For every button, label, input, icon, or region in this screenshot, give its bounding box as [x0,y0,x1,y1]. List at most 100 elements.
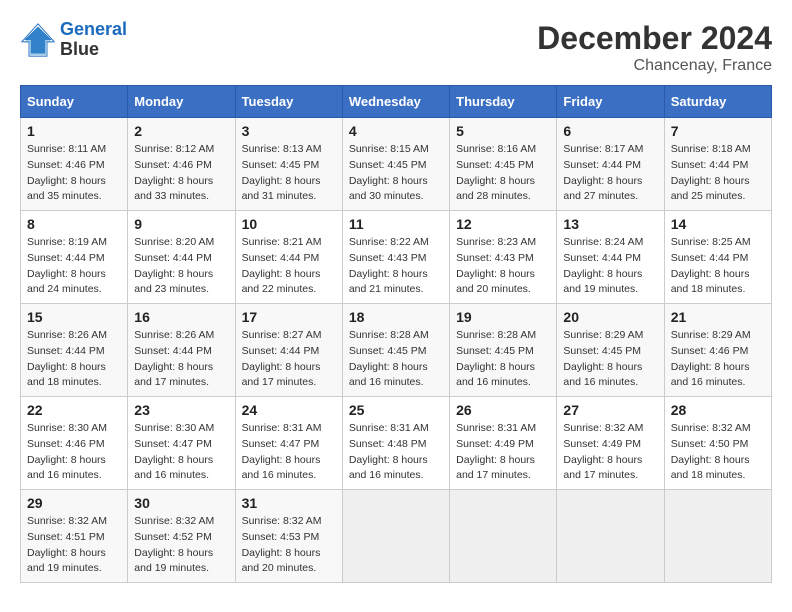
calendar-body: 1 Sunrise: 8:11 AM Sunset: 4:46 PM Dayli… [21,118,772,583]
day-cell: 25 Sunrise: 8:31 AM Sunset: 4:48 PM Dayl… [342,397,449,490]
day-number: 20 [563,309,657,325]
day-cell: 29 Sunrise: 8:32 AM Sunset: 4:51 PM Dayl… [21,490,128,583]
week-row-2: 8 Sunrise: 8:19 AM Sunset: 4:44 PM Dayli… [21,211,772,304]
day-cell: 18 Sunrise: 8:28 AM Sunset: 4:45 PM Dayl… [342,304,449,397]
day-info: Sunrise: 8:18 AM Sunset: 4:44 PM Dayligh… [671,142,765,205]
day-cell: 26 Sunrise: 8:31 AM Sunset: 4:49 PM Dayl… [450,397,557,490]
calendar-table: SundayMondayTuesdayWednesdayThursdayFrid… [20,85,772,583]
day-info: Sunrise: 8:32 AM Sunset: 4:49 PM Dayligh… [563,421,657,484]
day-cell: 2 Sunrise: 8:12 AM Sunset: 4:46 PM Dayli… [128,118,235,211]
day-number: 21 [671,309,765,325]
day-info: Sunrise: 8:30 AM Sunset: 4:46 PM Dayligh… [27,421,121,484]
day-info: Sunrise: 8:16 AM Sunset: 4:45 PM Dayligh… [456,142,550,205]
day-info: Sunrise: 8:26 AM Sunset: 4:44 PM Dayligh… [27,328,121,391]
day-number: 31 [242,495,336,511]
day-cell: 5 Sunrise: 8:16 AM Sunset: 4:45 PM Dayli… [450,118,557,211]
header-row: SundayMondayTuesdayWednesdayThursdayFrid… [21,86,772,118]
day-cell: 13 Sunrise: 8:24 AM Sunset: 4:44 PM Dayl… [557,211,664,304]
day-number: 4 [349,123,443,139]
day-info: Sunrise: 8:30 AM Sunset: 4:47 PM Dayligh… [134,421,228,484]
day-cell [450,490,557,583]
day-number: 10 [242,216,336,232]
day-cell: 23 Sunrise: 8:30 AM Sunset: 4:47 PM Dayl… [128,397,235,490]
day-cell: 4 Sunrise: 8:15 AM Sunset: 4:45 PM Dayli… [342,118,449,211]
day-number: 1 [27,123,121,139]
day-info: Sunrise: 8:23 AM Sunset: 4:43 PM Dayligh… [456,235,550,298]
day-info: Sunrise: 8:24 AM Sunset: 4:44 PM Dayligh… [563,235,657,298]
day-number: 9 [134,216,228,232]
week-row-4: 22 Sunrise: 8:30 AM Sunset: 4:46 PM Dayl… [21,397,772,490]
day-cell: 19 Sunrise: 8:28 AM Sunset: 4:45 PM Dayl… [450,304,557,397]
day-cell: 16 Sunrise: 8:26 AM Sunset: 4:44 PM Dayl… [128,304,235,397]
day-info: Sunrise: 8:28 AM Sunset: 4:45 PM Dayligh… [349,328,443,391]
logo-icon [20,22,56,58]
logo-text: General Blue [60,20,127,60]
day-number: 3 [242,123,336,139]
day-cell [664,490,771,583]
day-cell [342,490,449,583]
page-header: General Blue December 2024 Chancenay, Fr… [20,20,772,75]
day-cell: 15 Sunrise: 8:26 AM Sunset: 4:44 PM Dayl… [21,304,128,397]
day-cell: 20 Sunrise: 8:29 AM Sunset: 4:45 PM Dayl… [557,304,664,397]
day-info: Sunrise: 8:32 AM Sunset: 4:51 PM Dayligh… [27,514,121,577]
day-info: Sunrise: 8:31 AM Sunset: 4:48 PM Dayligh… [349,421,443,484]
day-cell: 22 Sunrise: 8:30 AM Sunset: 4:46 PM Dayl… [21,397,128,490]
day-info: Sunrise: 8:25 AM Sunset: 4:44 PM Dayligh… [671,235,765,298]
day-info: Sunrise: 8:17 AM Sunset: 4:44 PM Dayligh… [563,142,657,205]
day-cell: 3 Sunrise: 8:13 AM Sunset: 4:45 PM Dayli… [235,118,342,211]
day-info: Sunrise: 8:31 AM Sunset: 4:49 PM Dayligh… [456,421,550,484]
day-cell: 6 Sunrise: 8:17 AM Sunset: 4:44 PM Dayli… [557,118,664,211]
day-info: Sunrise: 8:12 AM Sunset: 4:46 PM Dayligh… [134,142,228,205]
day-cell: 17 Sunrise: 8:27 AM Sunset: 4:44 PM Dayl… [235,304,342,397]
day-cell [557,490,664,583]
day-number: 11 [349,216,443,232]
day-number: 2 [134,123,228,139]
day-cell: 12 Sunrise: 8:23 AM Sunset: 4:43 PM Dayl… [450,211,557,304]
day-info: Sunrise: 8:15 AM Sunset: 4:45 PM Dayligh… [349,142,443,205]
day-cell: 7 Sunrise: 8:18 AM Sunset: 4:44 PM Dayli… [664,118,771,211]
day-number: 25 [349,402,443,418]
day-info: Sunrise: 8:20 AM Sunset: 4:44 PM Dayligh… [134,235,228,298]
day-number: 30 [134,495,228,511]
day-info: Sunrise: 8:11 AM Sunset: 4:46 PM Dayligh… [27,142,121,205]
day-number: 8 [27,216,121,232]
day-number: 23 [134,402,228,418]
header-day-sunday: Sunday [21,86,128,118]
subtitle: Chancenay, France [537,57,772,75]
day-info: Sunrise: 8:26 AM Sunset: 4:44 PM Dayligh… [134,328,228,391]
header-day-tuesday: Tuesday [235,86,342,118]
logo: General Blue [20,20,127,60]
day-info: Sunrise: 8:21 AM Sunset: 4:44 PM Dayligh… [242,235,336,298]
calendar-header: SundayMondayTuesdayWednesdayThursdayFrid… [21,86,772,118]
day-number: 17 [242,309,336,325]
day-number: 28 [671,402,765,418]
header-day-wednesday: Wednesday [342,86,449,118]
header-day-saturday: Saturday [664,86,771,118]
day-number: 15 [27,309,121,325]
day-info: Sunrise: 8:32 AM Sunset: 4:53 PM Dayligh… [242,514,336,577]
day-number: 13 [563,216,657,232]
day-info: Sunrise: 8:29 AM Sunset: 4:45 PM Dayligh… [563,328,657,391]
header-day-friday: Friday [557,86,664,118]
day-cell: 28 Sunrise: 8:32 AM Sunset: 4:50 PM Dayl… [664,397,771,490]
day-info: Sunrise: 8:22 AM Sunset: 4:43 PM Dayligh… [349,235,443,298]
week-row-5: 29 Sunrise: 8:32 AM Sunset: 4:51 PM Dayl… [21,490,772,583]
day-cell: 24 Sunrise: 8:31 AM Sunset: 4:47 PM Dayl… [235,397,342,490]
week-row-1: 1 Sunrise: 8:11 AM Sunset: 4:46 PM Dayli… [21,118,772,211]
day-number: 29 [27,495,121,511]
title-section: December 2024 Chancenay, France [537,20,772,75]
week-row-3: 15 Sunrise: 8:26 AM Sunset: 4:44 PM Dayl… [21,304,772,397]
day-number: 6 [563,123,657,139]
day-number: 22 [27,402,121,418]
day-info: Sunrise: 8:31 AM Sunset: 4:47 PM Dayligh… [242,421,336,484]
header-day-monday: Monday [128,86,235,118]
day-number: 19 [456,309,550,325]
day-cell: 14 Sunrise: 8:25 AM Sunset: 4:44 PM Dayl… [664,211,771,304]
day-info: Sunrise: 8:13 AM Sunset: 4:45 PM Dayligh… [242,142,336,205]
day-info: Sunrise: 8:28 AM Sunset: 4:45 PM Dayligh… [456,328,550,391]
day-cell: 8 Sunrise: 8:19 AM Sunset: 4:44 PM Dayli… [21,211,128,304]
day-cell: 27 Sunrise: 8:32 AM Sunset: 4:49 PM Dayl… [557,397,664,490]
day-number: 26 [456,402,550,418]
day-info: Sunrise: 8:32 AM Sunset: 4:50 PM Dayligh… [671,421,765,484]
day-cell: 9 Sunrise: 8:20 AM Sunset: 4:44 PM Dayli… [128,211,235,304]
